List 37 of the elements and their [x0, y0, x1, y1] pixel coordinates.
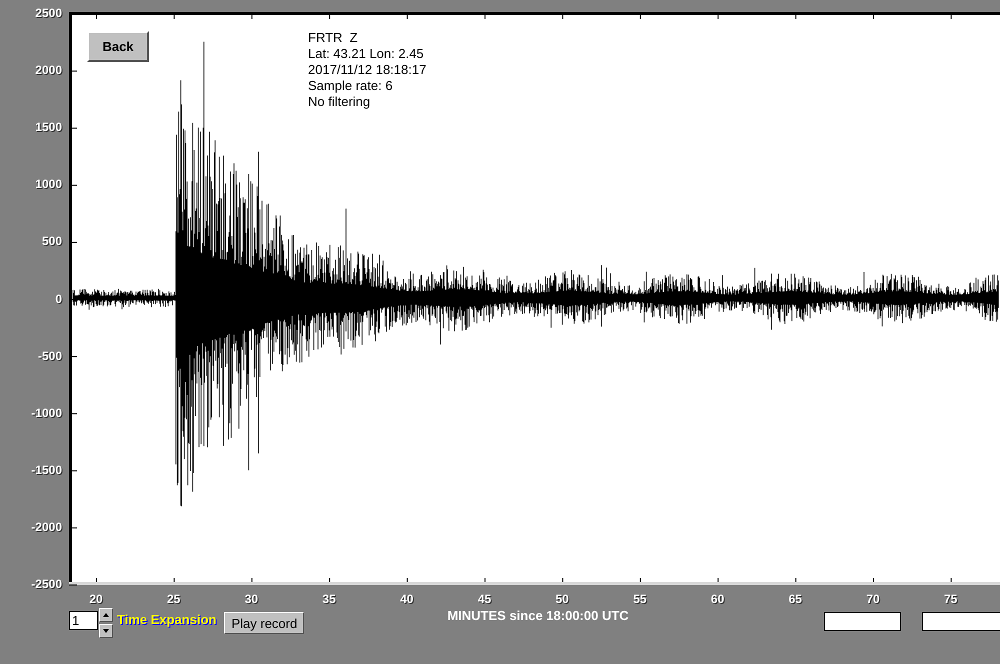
x-axis-label: 55	[633, 592, 647, 606]
x-axis-title: MINUTES since 18:00:00 UTC	[447, 608, 629, 623]
x-axis-label: 50	[556, 592, 569, 606]
y-axis-label: 500	[42, 234, 62, 248]
station-info-line: Lat: 43.21 Lon: 2.45	[308, 46, 425, 62]
y-axis-label: 2500	[35, 6, 62, 20]
x-axis-label: 60	[710, 592, 724, 606]
y-axis-label: -1000	[31, 406, 62, 420]
caret-down-icon	[102, 627, 110, 635]
y-axis-label: 0	[55, 292, 62, 306]
x-axis-label: 30	[244, 592, 258, 606]
time-expansion-label: Time Expansion	[117, 612, 216, 627]
back-button[interactable]: Back	[87, 31, 149, 62]
station-info-line: Sample rate: 6	[308, 78, 394, 94]
y-axis-label: 2000	[35, 63, 62, 78]
y-axis-label: -1500	[31, 462, 62, 477]
y-axis-label: -2000	[31, 520, 62, 534]
x-axis-label: 20	[89, 592, 103, 606]
y-axis-label: 1500	[35, 120, 62, 134]
spin-up-button[interactable]	[99, 608, 113, 622]
x-axis-label: 40	[400, 592, 414, 606]
caret-up-icon	[102, 611, 110, 619]
x-axis-label: 35	[322, 592, 336, 606]
x-axis-label: 70	[866, 592, 880, 606]
x-axis-label: 25	[167, 592, 180, 606]
x-axis-label: 45	[478, 592, 492, 606]
y-axis-label: 1000	[35, 177, 62, 192]
y-axis-label: -500	[38, 348, 62, 363]
station-info-line: No filtering	[308, 94, 372, 110]
x-axis-label: 65	[788, 592, 802, 606]
spin-down-button[interactable]	[99, 624, 113, 638]
station-info-line: 2017/11/12 18:18:17	[308, 62, 426, 78]
x-axis-label: 75	[944, 592, 958, 606]
station-info-line: FRTR Z	[308, 30, 359, 46]
y-axis-label: -2500	[31, 577, 62, 591]
time-expansion-field[interactable]: 1	[69, 611, 98, 630]
play-record-button[interactable]: Play record	[224, 612, 304, 634]
